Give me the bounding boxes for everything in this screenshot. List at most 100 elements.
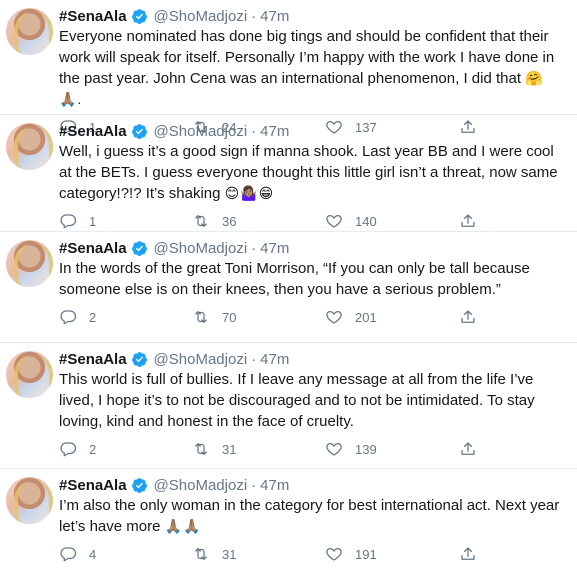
tweet-text: This world is full of bullies. If I leav… xyxy=(59,369,565,432)
display-name[interactable]: #SenaAla xyxy=(59,240,127,257)
like-button[interactable]: 139 xyxy=(325,440,459,458)
tweet[interactable]: #SenaAla @ShoMadjozi · 47m I’m also the … xyxy=(0,469,577,580)
tweet-emoji: 😊🤷🏽‍♀️😁 xyxy=(224,185,275,201)
tweet-text: I’m also the only woman in the category … xyxy=(59,495,565,537)
display-name[interactable]: #SenaAla xyxy=(59,351,127,368)
reply-count: 2 xyxy=(89,309,97,325)
retweet-icon xyxy=(195,548,207,560)
retweet-count: 31 xyxy=(222,546,237,562)
tweet-text-content: Everyone nominated has done big tings an… xyxy=(59,28,555,87)
share-button[interactable] xyxy=(459,545,499,563)
tweet-text: Well, i guess it’s a good sign if manna … xyxy=(59,141,565,204)
retweet-count: 36 xyxy=(222,213,237,229)
handle[interactable]: @ShoMadjozi xyxy=(154,123,248,140)
tweet-text-content: Well, i guess it’s a good sign if manna … xyxy=(59,143,558,202)
tweet[interactable]: #SenaAla @ShoMadjozi · 47m In the words … xyxy=(0,232,577,343)
avatar[interactable] xyxy=(6,477,53,524)
like-button[interactable]: 201 xyxy=(325,308,459,326)
share-button[interactable] xyxy=(459,440,499,458)
separator-dot: · xyxy=(251,350,257,368)
retweet-button[interactable]: 31 xyxy=(192,545,325,563)
display-name[interactable]: #SenaAla xyxy=(59,123,127,140)
reply-count: 4 xyxy=(89,546,97,562)
share-icon xyxy=(461,214,475,227)
heart-icon xyxy=(326,442,342,456)
reply-icon xyxy=(60,214,77,229)
reply-button[interactable]: 2 xyxy=(59,308,192,326)
tweet-header: #SenaAla @ShoMadjozi · 47m xyxy=(59,475,565,495)
handle[interactable]: @ShoMadjozi xyxy=(154,8,248,25)
verified-badge-icon xyxy=(131,477,147,493)
separator-dot: · xyxy=(251,122,257,140)
tweet[interactable]: #SenaAla @ShoMadjozi · 47m Well, i guess… xyxy=(0,115,577,232)
tweet-text-content: In the words of the great Toni Morrison,… xyxy=(59,260,530,298)
retweet-count: 31 xyxy=(222,441,237,457)
like-count: 140 xyxy=(355,213,377,229)
tweet-text: In the words of the great Toni Morrison,… xyxy=(59,258,565,300)
handle[interactable]: @ShoMadjozi xyxy=(154,351,248,368)
tweet-text-content: This world is full of bullies. If I leav… xyxy=(59,371,535,430)
action-bar: 2 70 201 xyxy=(59,300,565,334)
tweet-header: #SenaAla @ShoMadjozi · 47m xyxy=(59,349,565,369)
timestamp[interactable]: 47m xyxy=(260,123,289,140)
tweet-header: #SenaAla @ShoMadjozi · 47m xyxy=(59,238,565,258)
separator-dot: · xyxy=(251,476,257,494)
timestamp[interactable]: 47m xyxy=(260,477,289,494)
like-count: 139 xyxy=(355,441,377,457)
avatar[interactable] xyxy=(6,351,53,398)
retweet-button[interactable]: 70 xyxy=(192,308,325,326)
reply-icon xyxy=(60,547,77,562)
like-count: 201 xyxy=(355,309,377,325)
avatar[interactable] xyxy=(6,240,53,287)
share-button[interactable] xyxy=(459,308,499,326)
tweet-feed: #SenaAla @ShoMadjozi · 47m Everyone nomi… xyxy=(0,0,577,580)
retweet-button[interactable]: 31 xyxy=(192,440,325,458)
share-icon xyxy=(461,442,475,455)
tweet-text: Everyone nominated has done big tings an… xyxy=(59,26,565,110)
retweet-count: 70 xyxy=(222,309,237,325)
reply-count: 2 xyxy=(89,441,97,457)
verified-badge-icon xyxy=(131,240,147,256)
timestamp[interactable]: 47m xyxy=(260,351,289,368)
display-name[interactable]: #SenaAla xyxy=(59,8,127,25)
avatar[interactable] xyxy=(6,8,53,55)
reply-icon xyxy=(60,442,77,457)
retweet-icon xyxy=(195,311,207,323)
tweet-text-content: I’m also the only woman in the category … xyxy=(59,497,560,535)
heart-icon xyxy=(326,214,342,228)
action-bar: 4 31 191 xyxy=(59,537,565,571)
reply-button[interactable]: 2 xyxy=(59,440,192,458)
separator-dot: · xyxy=(251,239,257,257)
verified-badge-icon xyxy=(131,123,147,139)
tweet-emoji: 🙏🏽🙏🏽 xyxy=(164,518,202,534)
retweet-icon xyxy=(195,215,207,227)
share-icon xyxy=(461,310,475,323)
retweet-button[interactable]: 36 xyxy=(192,212,325,230)
tweet-header: #SenaAla @ShoMadjozi · 47m xyxy=(59,121,565,141)
reply-button[interactable]: 4 xyxy=(59,545,192,563)
handle[interactable]: @ShoMadjozi xyxy=(154,240,248,257)
verified-badge-icon xyxy=(131,351,147,367)
retweet-icon xyxy=(195,443,207,455)
tweet[interactable]: #SenaAla @ShoMadjozi · 47m This world is… xyxy=(0,343,577,469)
like-button[interactable]: 191 xyxy=(325,545,459,563)
heart-icon xyxy=(326,310,342,324)
tweet[interactable]: #SenaAla @ShoMadjozi · 47m Everyone nomi… xyxy=(0,0,577,135)
like-count: 191 xyxy=(355,546,377,562)
display-name[interactable]: #SenaAla xyxy=(59,477,127,494)
tweet-header: #SenaAla @ShoMadjozi · 47m xyxy=(59,6,565,26)
heart-icon xyxy=(326,547,342,561)
timestamp[interactable]: 47m xyxy=(260,240,289,257)
reply-icon xyxy=(60,310,77,325)
avatar[interactable] xyxy=(6,123,53,170)
reply-count: 1 xyxy=(89,213,97,229)
share-button[interactable] xyxy=(459,212,499,230)
share-icon xyxy=(461,547,475,560)
like-button[interactable]: 140 xyxy=(325,212,459,230)
handle[interactable]: @ShoMadjozi xyxy=(154,477,248,494)
action-bar: 2 31 139 xyxy=(59,432,565,466)
separator-dot: · xyxy=(251,7,257,25)
verified-badge-icon xyxy=(131,8,147,24)
reply-button[interactable]: 1 xyxy=(59,212,192,230)
timestamp[interactable]: 47m xyxy=(260,8,289,25)
